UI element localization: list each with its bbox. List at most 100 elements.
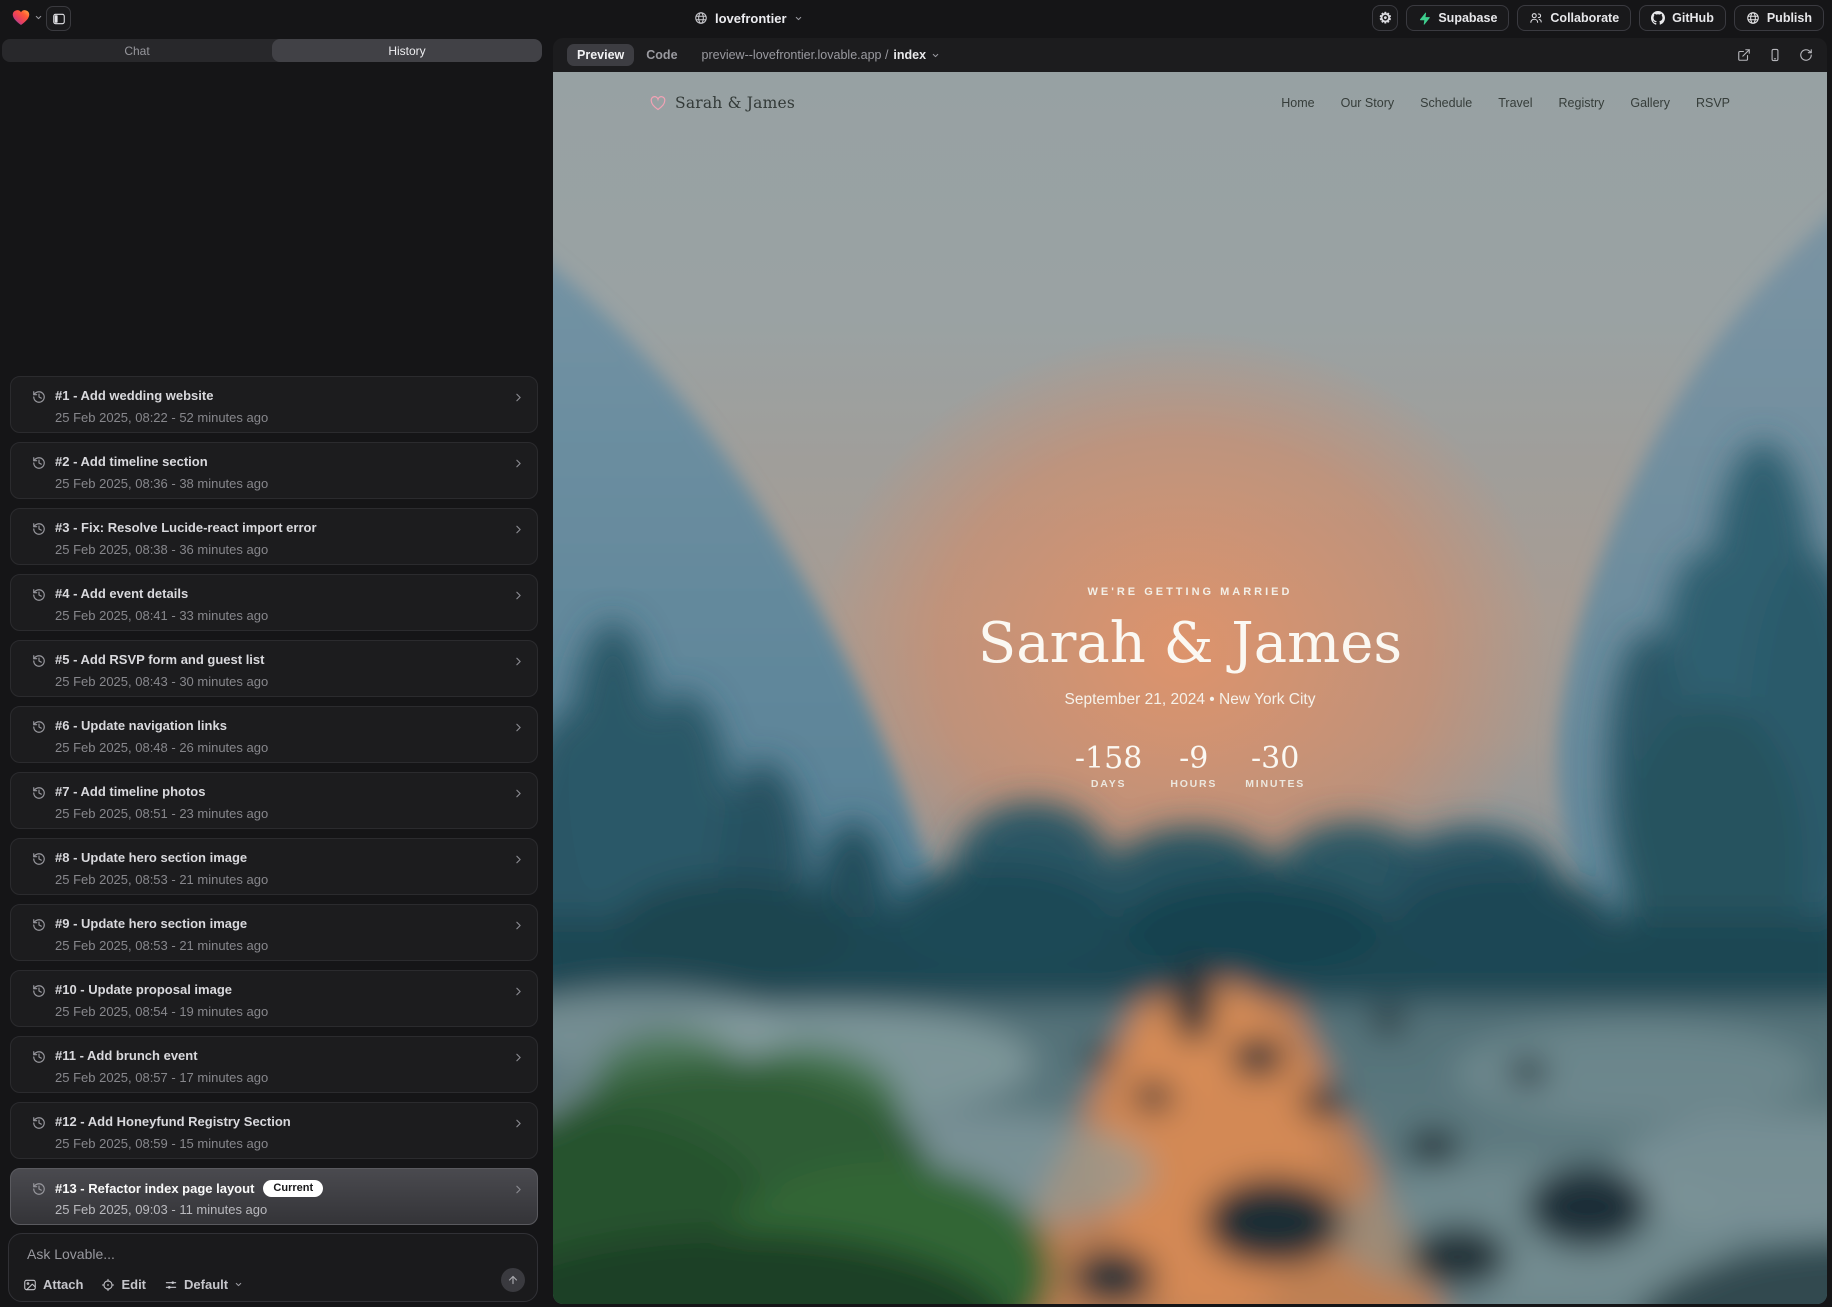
history-item[interactable]: #5 - Add RSVP form and guest list 25 Feb…: [10, 640, 538, 697]
history-clock-icon: [32, 720, 46, 734]
site-nav-link[interactable]: Travel: [1498, 96, 1532, 110]
history-clock-icon: [32, 786, 46, 800]
collaborate-button[interactable]: Collaborate: [1517, 5, 1631, 31]
history-clock-icon: [32, 588, 46, 602]
history-item[interactable]: #12 - Add Honeyfund Registry Section 25 …: [10, 1102, 538, 1159]
hero-eyebrow: WE'RE GETTING MARRIED: [553, 586, 1827, 598]
site-nav-link[interactable]: Our Story: [1341, 96, 1395, 110]
history-clock-icon: [32, 654, 46, 668]
chevron-right-icon: [512, 787, 525, 800]
preview-toolbar: Preview Code preview--lovefrontier.lovab…: [553, 38, 1827, 72]
chevron-right-icon: [512, 919, 525, 932]
settings-button[interactable]: ⚙: [1372, 5, 1398, 31]
history-item-meta: 25 Feb 2025, 09:03 - 11 minutes ago: [55, 1202, 267, 1217]
history-item-title: #9 - Update hero section image: [55, 916, 247, 931]
tab-history[interactable]: History: [272, 39, 542, 62]
history-item[interactable]: #7 - Add timeline photos 25 Feb 2025, 08…: [10, 772, 538, 829]
tab-code[interactable]: Code: [646, 48, 677, 62]
history-item[interactable]: #9 - Update hero section image 25 Feb 20…: [10, 904, 538, 961]
chevron-right-icon: [512, 1117, 525, 1130]
chevron-down-icon: [34, 13, 43, 22]
site-brand[interactable]: Sarah & James: [650, 94, 795, 112]
history-clock-icon: [32, 456, 46, 470]
history-item-meta: 25 Feb 2025, 08:53 - 21 minutes ago: [55, 872, 268, 887]
panel-left-icon: [52, 12, 66, 26]
sidebar-tabbar: Chat History: [2, 39, 542, 62]
preview-toolbar-icons: [1737, 48, 1813, 62]
site-nav-link[interactable]: RSVP: [1696, 96, 1730, 110]
supabase-button[interactable]: Supabase: [1406, 5, 1509, 31]
mode-selector[interactable]: Default: [164, 1277, 243, 1292]
hero-content: WE'RE GETTING MARRIED Sarah & James Sept…: [553, 586, 1827, 790]
history-item[interactable]: #3 - Fix: Resolve Lucide-react import er…: [10, 508, 538, 565]
open-external-icon[interactable]: [1737, 48, 1751, 62]
edit-button[interactable]: Edit: [101, 1277, 146, 1292]
refresh-icon[interactable]: [1799, 48, 1813, 62]
history-item-meta: 25 Feb 2025, 08:59 - 15 minutes ago: [55, 1136, 268, 1151]
history-clock-icon: [32, 918, 46, 932]
history-clock-icon: [32, 1182, 46, 1196]
chevron-right-icon: [512, 457, 525, 470]
lovable-heart-icon: [12, 9, 30, 26]
site-nav: Home Our Story Schedule Travel Registry Galle…: [1281, 96, 1730, 110]
project-name: lovefrontier: [715, 11, 787, 26]
history-clock-icon: [32, 1050, 46, 1064]
site-header: Sarah & James Home Our Story Schedule Trave…: [553, 72, 1827, 134]
history-item-meta: 25 Feb 2025, 08:41 - 33 minutes ago: [55, 608, 268, 623]
history-item[interactable]: #1 - Add wedding website 25 Feb 2025, 08…: [10, 376, 538, 433]
chat-input[interactable]: [25, 1244, 485, 1268]
supabase-icon: [1418, 12, 1431, 25]
site-nav-link[interactable]: Schedule: [1420, 96, 1472, 110]
history-list: #1 - Add wedding website 25 Feb 2025, 08…: [10, 376, 538, 1234]
publish-label: Publish: [1767, 11, 1812, 25]
history-item-meta: 25 Feb 2025, 08:54 - 19 minutes ago: [55, 1004, 268, 1019]
send-button[interactable]: [501, 1268, 525, 1292]
site-nav-link[interactable]: Registry: [1559, 96, 1605, 110]
globe-icon: [694, 11, 708, 25]
github-button[interactable]: GitHub: [1639, 5, 1726, 31]
hero-date-location: September 21, 2024 • New York City: [553, 691, 1827, 709]
history-item[interactable]: #2 - Add timeline section 25 Feb 2025, 0…: [10, 442, 538, 499]
preview-panel: Preview Code preview--lovefrontier.lovab…: [553, 38, 1827, 1304]
history-item-title: #3 - Fix: Resolve Lucide-react import er…: [55, 520, 317, 535]
hero-title: Sarah & James: [553, 612, 1827, 676]
history-item[interactable]: #6 - Update navigation links 25 Feb 2025…: [10, 706, 538, 763]
history-item[interactable]: #4 - Add event details 25 Feb 2025, 08:4…: [10, 574, 538, 631]
history-clock-icon: [32, 984, 46, 998]
arrow-up-icon: [507, 1274, 519, 1286]
mobile-view-icon[interactable]: [1768, 48, 1782, 62]
chevron-right-icon: [512, 985, 525, 998]
users-icon: [1529, 11, 1543, 25]
attach-button[interactable]: Attach: [23, 1277, 83, 1292]
sidebar-toggle-button[interactable]: [46, 6, 71, 31]
current-badge: Current: [263, 1180, 323, 1197]
history-item-title: #11 - Add brunch event: [55, 1048, 198, 1063]
site-nav-link[interactable]: Gallery: [1630, 96, 1670, 110]
countdown-label: DAYS: [1075, 778, 1142, 790]
lovable-logo-menu[interactable]: [12, 9, 43, 26]
history-item-title: #1 - Add wedding website: [55, 388, 213, 403]
countdown-item: -9HOURS: [1170, 742, 1217, 790]
site-nav-link[interactable]: Home: [1281, 96, 1314, 110]
chevron-right-icon: [512, 721, 525, 734]
project-selector[interactable]: lovefrontier: [694, 0, 803, 36]
tab-chat[interactable]: Chat: [2, 39, 272, 62]
countdown-value: -9: [1170, 742, 1217, 775]
history-item[interactable]: #11 - Add brunch event 25 Feb 2025, 08:5…: [10, 1036, 538, 1093]
history-item[interactable]: #10 - Update proposal image 25 Feb 2025,…: [10, 970, 538, 1027]
composer-actions: Attach Edit Default: [23, 1277, 243, 1292]
chevron-right-icon: [512, 853, 525, 866]
globe-icon: [1746, 11, 1760, 25]
history-item[interactable]: #13 - Refactor index page layout Current…: [10, 1168, 538, 1225]
history-item-title: #12 - Add Honeyfund Registry Section: [55, 1114, 291, 1129]
tab-preview[interactable]: Preview: [567, 44, 634, 66]
edit-label: Edit: [121, 1277, 146, 1292]
countdown-value: -30: [1245, 742, 1305, 775]
countdown-label: MINUTES: [1245, 778, 1305, 790]
publish-button[interactable]: Publish: [1734, 5, 1824, 31]
history-item[interactable]: #8 - Update hero section image 25 Feb 20…: [10, 838, 538, 895]
history-item-title: #2 - Add timeline section: [55, 454, 208, 469]
history-item-title: #8 - Update hero section image: [55, 850, 247, 865]
image-icon: [23, 1278, 37, 1292]
preview-url-selector[interactable]: preview--lovefrontier.lovable.app / inde…: [702, 48, 941, 62]
